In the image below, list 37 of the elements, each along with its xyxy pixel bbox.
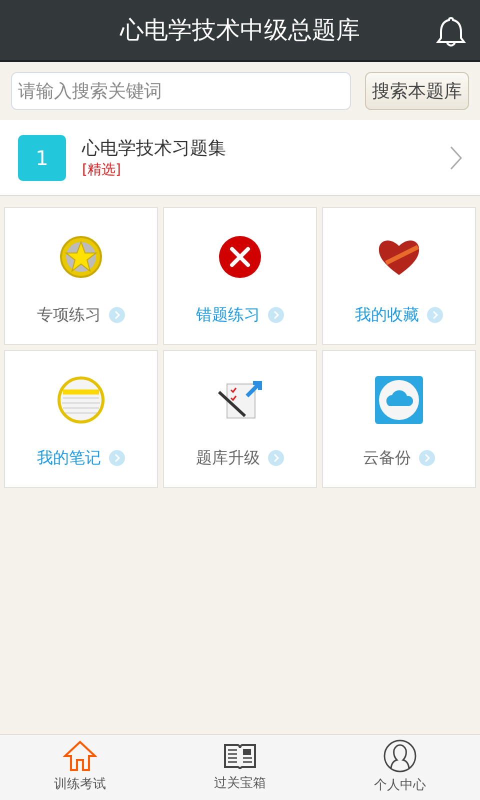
open-book-icon [223, 741, 257, 772]
chevron-circle-icon [109, 307, 125, 323]
chevron-circle-icon [268, 307, 284, 323]
tab[interactable]: 个人中心 [320, 735, 480, 800]
feature-tile[interactable]: 云备份 [322, 350, 476, 488]
chevron-circle-icon [109, 450, 125, 466]
feature-tile[interactable]: 我的笔记 [4, 350, 158, 488]
feature-tile[interactable]: 题库升级 [163, 350, 317, 488]
tile-label: 专项练习 [37, 304, 101, 326]
bank-number-badge: 1 [18, 134, 66, 180]
chevron-circle-icon [419, 450, 435, 466]
question-bank-item[interactable]: 1 心电学技术习题集 [精选] [0, 120, 480, 196]
user-icon [383, 739, 417, 774]
tab[interactable]: 过关宝箱 [160, 735, 320, 800]
feature-tile[interactable]: 错题练习 [163, 207, 317, 345]
chevron-circle-icon [268, 450, 284, 466]
tile-label: 云备份 [363, 447, 411, 469]
bank-title: 心电学技术习题集 [82, 136, 227, 160]
tile-label: 错题练习 [196, 304, 260, 326]
star-badge-icon [59, 235, 103, 279]
app-title: 心电学技术中级总题库 [120, 15, 360, 46]
chevron-right-icon [450, 146, 462, 170]
tab[interactable]: 训练考试 [0, 735, 160, 800]
feature-tile[interactable]: 我的收藏 [322, 207, 476, 345]
tile-label: 题库升级 [196, 447, 260, 469]
featured-tag: [精选] [82, 160, 434, 178]
tile-label: 我的收藏 [355, 304, 419, 326]
tile-label: 我的笔记 [37, 447, 101, 469]
notification-bell-icon[interactable] [436, 16, 466, 48]
feature-tile[interactable]: 专项练习 [4, 207, 158, 345]
chevron-circle-icon [427, 307, 443, 323]
cloud-icon [375, 376, 423, 424]
house-icon [63, 740, 97, 772]
error-icon [218, 235, 262, 279]
search-bank-button[interactable]: 搜索本题库 [365, 72, 469, 110]
notepad-icon [57, 376, 105, 424]
search-field[interactable]: 请输入搜索关键词 [11, 72, 351, 110]
